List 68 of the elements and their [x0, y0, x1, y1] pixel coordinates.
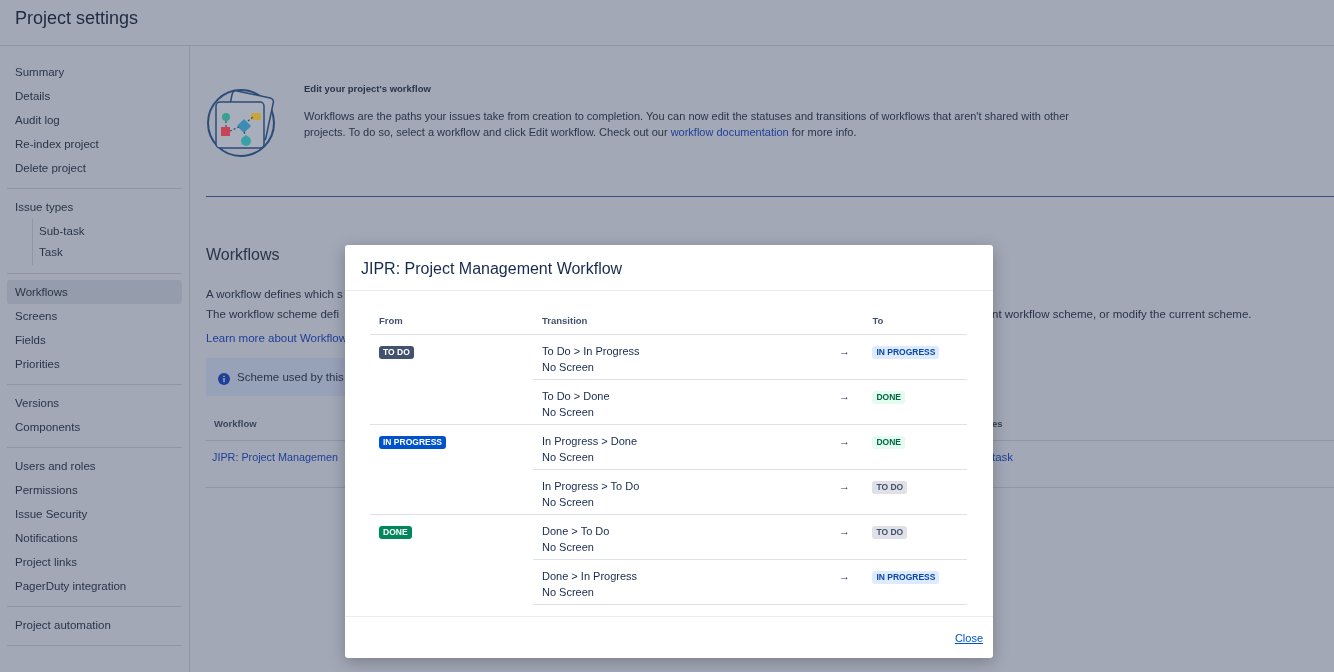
sidebar-item[interactable]: Workflows	[7, 280, 182, 304]
sidebar-item[interactable]: Notifications	[7, 526, 182, 550]
screen-text: No Screen	[542, 360, 595, 375]
arrow-icon: →	[838, 480, 850, 492]
sidebar-item[interactable]: Issue types	[7, 195, 182, 219]
description-text: A workflow defines which s	[206, 288, 344, 300]
sidebar-item[interactable]: Users and roles	[7, 454, 182, 478]
screen-text: No Screen	[542, 405, 595, 420]
status-lozenge: DONE	[872, 436, 905, 449]
status-lozenge: IN PROGRESS	[872, 571, 940, 584]
arrow-icon: →	[838, 570, 850, 582]
documentation-link[interactable]: workflow documentation	[670, 126, 789, 138]
transition-name: Done > In Progress	[542, 569, 639, 584]
status-lozenge: IN PROGRESS	[872, 346, 940, 359]
workflow-link[interactable]: JIPR: Project Managemen	[206, 451, 344, 487]
transition-name: In Progress > Done	[542, 434, 639, 449]
intro-heading: Edit your project's workflow	[304, 83, 432, 94]
sidebar-item[interactable]: PagerDuty integration	[7, 574, 182, 598]
sidebar-item[interactable]: Issue Security	[7, 502, 182, 526]
info-icon	[218, 373, 230, 385]
sidebar-item[interactable]: Details	[7, 84, 182, 108]
sidebar-item[interactable]: Screens	[7, 304, 182, 328]
column-header: To	[863, 307, 967, 335]
sidebar-item[interactable]: Summary	[7, 60, 182, 84]
screen-text: No Screen	[542, 540, 595, 555]
screen-text: No Screen	[542, 585, 595, 600]
column-header: es	[991, 418, 1004, 431]
transition-name: To Do > Done	[542, 389, 611, 404]
arrow-icon: →	[838, 525, 850, 537]
sidebar-item[interactable]: Audit log	[7, 108, 182, 132]
sidebar-item[interactable]: Re-index project	[7, 132, 182, 156]
description-text: nt workflow scheme, or modify the current scheme.	[992, 308, 1253, 320]
sidebar-item[interactable]: Priorities	[7, 352, 182, 376]
sidebar-item[interactable]: Task	[33, 242, 182, 263]
status-lozenge: TO DO	[379, 346, 414, 359]
status-lozenge: DONE	[379, 526, 412, 539]
learn-more-link[interactable]: Learn more about Workflow	[206, 332, 348, 344]
page-title: Project settings	[15, 8, 140, 29]
screen-text: No Screen	[542, 495, 595, 510]
sidebar-item[interactable]: Components	[7, 415, 182, 439]
arrow-icon: →	[838, 435, 850, 447]
status-lozenge: TO DO	[872, 526, 908, 539]
sidebar-item[interactable]: Permissions	[7, 478, 182, 502]
column-header: Transition	[533, 307, 864, 335]
status-lozenge: DONE	[872, 391, 905, 404]
intro-text: Workflows are the paths your issues take from creation to completion. You can now edit the statuses and transitions of workflows that aren't shared with other projects. To do so, select a workflow and click Edit workflow. Check out our workflow documentation for more info.	[304, 109, 1070, 140]
status-lozenge: IN PROGRESS	[379, 436, 447, 449]
banner-text: Scheme used by this	[237, 371, 344, 383]
sidebar-item[interactable]: Delete project	[7, 156, 182, 180]
status-lozenge: TO DO	[872, 481, 908, 494]
sidebar-item[interactable]: Sub-task	[33, 221, 182, 242]
column-header: Workflow	[213, 418, 258, 431]
arrow-icon: →	[838, 390, 850, 402]
sidebar-item[interactable]: Versions	[7, 391, 182, 415]
arrow-icon: →	[838, 345, 850, 357]
dialog-title: JIPR: Project Management Workflow	[345, 245, 993, 291]
transition-name: In Progress > To Do	[542, 479, 641, 494]
column-header: From	[370, 307, 533, 335]
section-title: Workflows	[206, 246, 281, 265]
description-text: The workflow scheme defi	[206, 308, 340, 320]
screen-text: No Screen	[542, 450, 595, 465]
transition-name: Done > To Do	[542, 524, 611, 539]
sidebar-item[interactable]: Project automation	[7, 613, 182, 637]
sidebar-item[interactable]: Fields	[7, 328, 182, 352]
transition-name: To Do > In Progress	[542, 344, 641, 359]
issue-type-link[interactable]: task	[992, 451, 1334, 487]
close-link[interactable]: Close	[954, 631, 983, 644]
sidebar-item[interactable]: Project links	[7, 550, 182, 574]
